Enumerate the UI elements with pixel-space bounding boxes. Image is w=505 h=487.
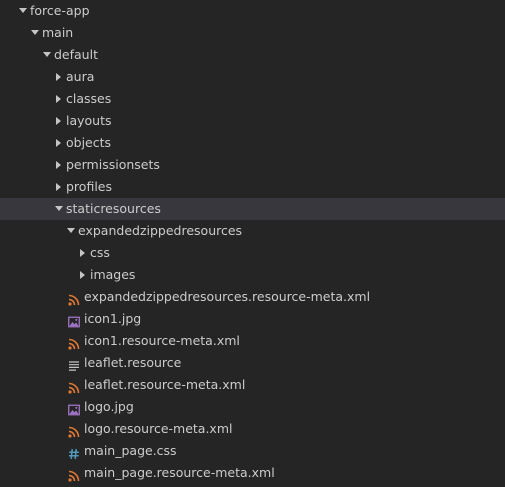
tree-folder-row[interactable]: force-app <box>0 0 505 22</box>
hash-icon <box>68 445 80 460</box>
tree-item-label: css <box>90 245 110 260</box>
tree-item-label: layouts <box>66 113 112 128</box>
tree-folder-row[interactable]: staticresources <box>0 198 505 220</box>
image-icon <box>68 313 80 328</box>
tree-file-row[interactable]: main_page.resource-meta.xml <box>0 462 505 484</box>
tree-folder-row[interactable]: expandedzippedresources <box>0 220 505 242</box>
chevron-down-icon[interactable] <box>66 220 76 242</box>
tree-item-label: objects <box>66 135 112 150</box>
chevron-down-icon[interactable] <box>42 44 52 66</box>
chevron-down-icon[interactable] <box>54 198 64 220</box>
tree-item-label: default <box>54 47 98 62</box>
rss-icon <box>68 335 80 350</box>
tree-file-row[interactable]: logo.resource-meta.xml <box>0 418 505 440</box>
chevron-right-icon[interactable] <box>54 176 64 198</box>
tree-item-label: leaflet.resource <box>84 355 182 370</box>
tree-item-label: icon1.jpg <box>84 311 142 326</box>
chevron-right-icon[interactable] <box>54 154 64 176</box>
tree-folder-row[interactable]: images <box>0 264 505 286</box>
lines-icon <box>68 357 80 371</box>
tree-item-label: staticresources <box>66 201 161 216</box>
tree-item-label: expandedzippedresources <box>78 223 243 238</box>
chevron-right-icon[interactable] <box>78 242 88 264</box>
tree-item-label: logo.resource-meta.xml <box>84 421 233 436</box>
tree-item-label: main_page.resource-meta.xml <box>84 465 275 480</box>
tree-item-label: icon1.resource-meta.xml <box>84 333 240 348</box>
tree-folder-row[interactable]: classes <box>0 88 505 110</box>
file-explorer-tree: force-app main default aura classes layouts ob… <box>0 0 505 487</box>
tree-file-row[interactable]: logo.jpg <box>0 396 505 418</box>
tree-item-label: classes <box>66 91 112 106</box>
tree-item-label: main_page.css <box>84 443 177 458</box>
chevron-right-icon[interactable] <box>54 110 64 132</box>
tree-folder-row[interactable]: default <box>0 44 505 66</box>
rss-icon <box>68 467 80 482</box>
chevron-right-icon[interactable] <box>54 88 64 110</box>
rss-icon <box>68 291 80 306</box>
rss-icon <box>68 423 80 438</box>
tree-item-label: expandedzippedresources.resource-meta.xm… <box>84 289 371 304</box>
tree-folder-row[interactable]: layouts <box>0 110 505 132</box>
tree-folder-row[interactable]: aura <box>0 66 505 88</box>
tree-item-label: permissionsets <box>66 157 160 172</box>
tree-folder-row[interactable]: main <box>0 22 505 44</box>
tree-item-label: force-app <box>30 3 90 18</box>
tree-folder-row[interactable]: profiles <box>0 176 505 198</box>
chevron-down-icon[interactable] <box>18 0 28 22</box>
tree-file-row[interactable]: main_page.css <box>0 440 505 462</box>
tree-item-label: profiles <box>66 179 112 194</box>
tree-folder-row[interactable]: permissionsets <box>0 154 505 176</box>
tree-item-label: logo.jpg <box>84 399 134 414</box>
image-icon <box>68 401 80 416</box>
tree-file-row[interactable]: leaflet.resource-meta.xml <box>0 374 505 396</box>
tree-folder-row[interactable]: css <box>0 242 505 264</box>
tree-folder-row[interactable]: objects <box>0 132 505 154</box>
tree-item-label: images <box>90 267 136 282</box>
tree-item-label: leaflet.resource-meta.xml <box>84 377 246 392</box>
chevron-down-icon[interactable] <box>30 22 40 44</box>
chevron-right-icon[interactable] <box>78 264 88 286</box>
rss-icon <box>68 379 80 394</box>
tree-file-row[interactable]: icon1.resource-meta.xml <box>0 330 505 352</box>
tree-file-row[interactable]: expandedzippedresources.resource-meta.xm… <box>0 286 505 308</box>
tree-item-label: aura <box>66 69 95 84</box>
chevron-right-icon[interactable] <box>54 66 64 88</box>
tree-file-row[interactable]: leaflet.resource <box>0 352 505 374</box>
tree-item-label: main <box>42 25 74 40</box>
tree-file-row[interactable]: icon1.jpg <box>0 308 505 330</box>
chevron-right-icon[interactable] <box>54 132 64 154</box>
